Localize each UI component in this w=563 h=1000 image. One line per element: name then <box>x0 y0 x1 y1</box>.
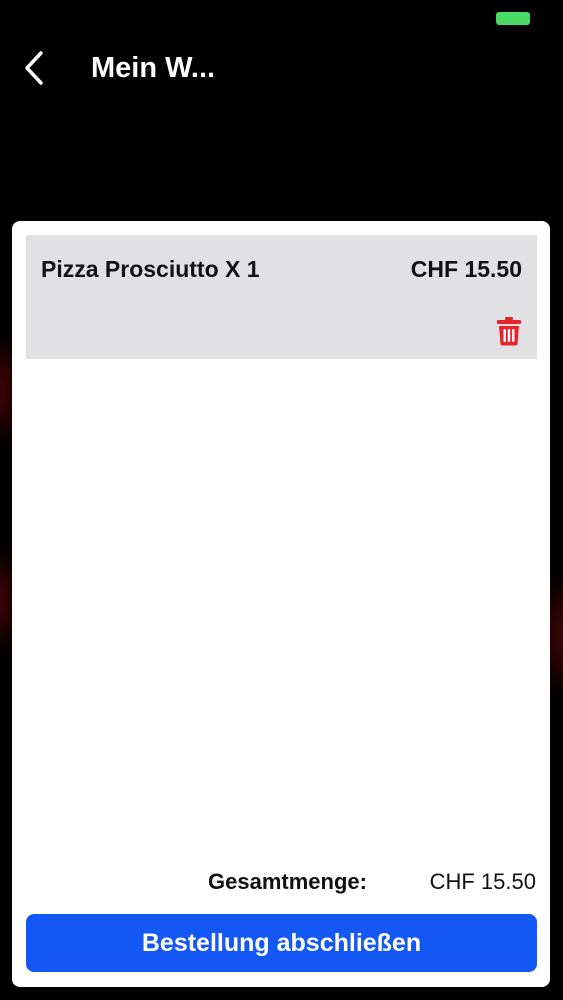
total-label: Gesamtmenge: <box>208 869 367 894</box>
background-glow <box>0 560 12 640</box>
back-button[interactable] <box>14 46 54 90</box>
page-title: Mein W... <box>91 52 216 84</box>
cart-item-price: CHF 15.50 <box>410 256 522 282</box>
total-value: CHF 15.50 <box>429 869 536 894</box>
cart-item: Pizza Prosciutto X 1 CHF 15.50 <box>26 235 537 359</box>
cart-panel: Pizza Prosciutto X 1 CHF 15.50 Gesamtmen… <box>12 221 550 987</box>
chevron-left-icon <box>25 51 43 85</box>
battery-icon <box>496 12 530 25</box>
cart-item-name: Pizza Prosciutto X 1 <box>41 256 260 282</box>
trash-icon <box>497 317 521 346</box>
delete-item-button[interactable] <box>495 316 523 346</box>
checkout-button[interactable]: Bestellung abschließen <box>26 914 537 972</box>
